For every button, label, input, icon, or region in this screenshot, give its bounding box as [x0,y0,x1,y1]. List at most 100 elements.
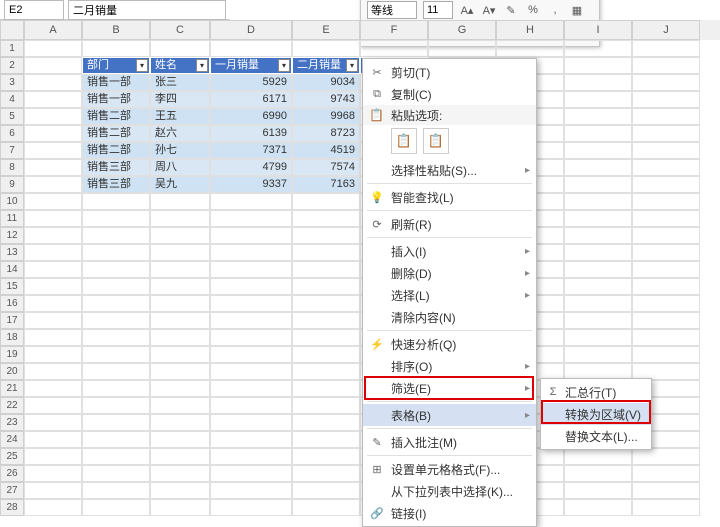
cell[interactable] [150,465,210,482]
format-painter-icon[interactable]: ✎ [503,2,519,18]
cell[interactable] [632,482,700,499]
submenu-totals-row[interactable]: Σ汇总行(T) [541,381,651,403]
menu-sort[interactable]: 排序(O) [363,355,536,377]
row-header[interactable]: 24 [0,431,24,448]
row-header[interactable]: 17 [0,312,24,329]
paste-option-1[interactable]: 📋 [391,128,417,154]
cell[interactable] [428,40,496,57]
filter-dropdown-icon[interactable]: ▾ [278,59,290,72]
cell[interactable] [24,261,82,278]
cell[interactable] [82,499,150,516]
cell[interactable] [292,227,360,244]
cell[interactable] [24,244,82,261]
cell[interactable] [632,74,700,91]
cell[interactable] [82,261,150,278]
cell[interactable]: 王五 [150,108,210,125]
cell[interactable] [24,363,82,380]
cell[interactable] [150,295,210,312]
cell[interactable] [82,227,150,244]
cell[interactable] [24,482,82,499]
cell[interactable] [150,261,210,278]
cell[interactable] [564,74,632,91]
cell[interactable]: 销售二部 [82,125,150,142]
cell[interactable] [210,261,292,278]
cell[interactable]: 孙七 [150,142,210,159]
cell[interactable] [632,448,700,465]
cell[interactable]: 6990 [210,108,292,125]
row-header[interactable]: 26 [0,465,24,482]
cell[interactable] [292,499,360,516]
cell[interactable]: 销售三部 [82,159,150,176]
cell[interactable] [150,482,210,499]
cell[interactable] [150,414,210,431]
cell[interactable] [210,448,292,465]
cell[interactable] [210,40,292,57]
cell[interactable]: 姓名▾ [150,57,210,74]
cell[interactable]: 5929 [210,74,292,91]
cell[interactable] [564,295,632,312]
cell[interactable] [292,465,360,482]
cell[interactable] [24,346,82,363]
row-header[interactable]: 27 [0,482,24,499]
menu-delete[interactable]: 删除(D) [363,262,536,284]
filter-dropdown-icon[interactable]: ▾ [346,59,358,72]
cell[interactable]: 4799 [210,159,292,176]
cell[interactable] [150,244,210,261]
row-header[interactable]: 12 [0,227,24,244]
row-header[interactable]: 22 [0,397,24,414]
cell[interactable] [82,244,150,261]
cell[interactable] [24,142,82,159]
cell[interactable] [210,363,292,380]
cell[interactable] [292,397,360,414]
cell[interactable] [564,278,632,295]
menu-quick-analysis[interactable]: ⚡快速分析(Q) [363,333,536,355]
formula-input[interactable] [68,0,226,20]
cell[interactable] [24,465,82,482]
row-header[interactable]: 10 [0,193,24,210]
cell[interactable] [632,108,700,125]
row-header[interactable]: 16 [0,295,24,312]
cell[interactable] [632,142,700,159]
cell[interactable] [210,397,292,414]
cell[interactable] [292,363,360,380]
cell[interactable] [292,346,360,363]
cell[interactable]: 赵六 [150,125,210,142]
cell[interactable] [632,261,700,278]
cell[interactable] [210,414,292,431]
menu-table[interactable]: 表格(B) [363,404,536,426]
cell[interactable] [150,397,210,414]
row-header[interactable]: 1 [0,40,24,57]
menu-paste-special[interactable]: 选择性粘贴(S)... [363,159,536,181]
menu-smart-lookup[interactable]: 💡智能查找(L) [363,186,536,208]
cell[interactable] [24,380,82,397]
row-header[interactable]: 18 [0,329,24,346]
row-header[interactable]: 23 [0,414,24,431]
cell[interactable] [632,499,700,516]
row-header[interactable]: 5 [0,108,24,125]
menu-select[interactable]: 选择(L) [363,284,536,306]
cell[interactable] [210,278,292,295]
cell[interactable] [24,448,82,465]
cell[interactable] [292,431,360,448]
cell[interactable] [150,210,210,227]
cell[interactable] [24,431,82,448]
cell[interactable] [292,193,360,210]
cell[interactable] [564,125,632,142]
cell[interactable] [210,499,292,516]
row-header[interactable]: 25 [0,448,24,465]
cell[interactable] [24,125,82,142]
cell[interactable] [564,91,632,108]
cell[interactable] [150,431,210,448]
cell[interactable] [150,40,210,57]
cell[interactable] [564,210,632,227]
cell[interactable] [82,482,150,499]
menu-copy[interactable]: ⧉复制(C) [363,83,536,105]
cell[interactable] [150,227,210,244]
cell[interactable]: 张三 [150,74,210,91]
cell[interactable]: 销售三部 [82,176,150,193]
cell[interactable]: 6171 [210,91,292,108]
percent-icon[interactable]: % [525,2,541,18]
col-header[interactable]: C [150,20,210,40]
row-header[interactable]: 2 [0,57,24,74]
cell[interactable] [24,210,82,227]
